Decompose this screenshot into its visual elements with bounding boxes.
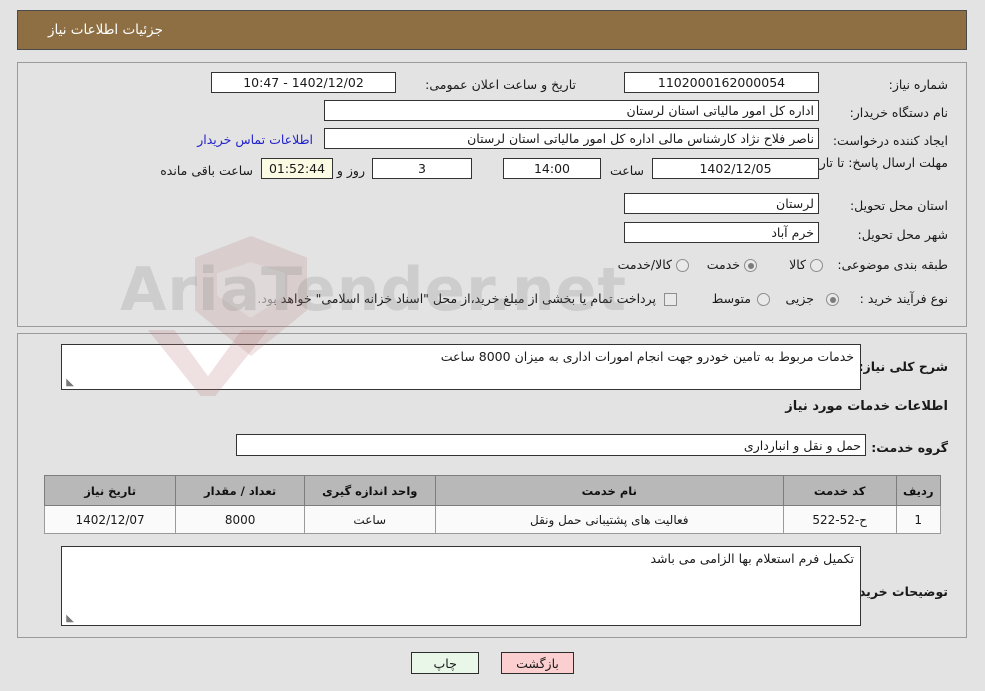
deadline-hour-label: ساعت xyxy=(609,163,644,178)
treasury-checkbox-label: پرداخت تمام یا بخشی از مبلغ خرید،از محل … xyxy=(257,291,656,306)
cell-quantity: 8000 xyxy=(175,505,305,534)
description-value: خدمات مربوط به تامین خودرو جهت انجام امو… xyxy=(440,349,854,364)
announce-datetime-label: تاریخ و ساعت اعلان عمومی: xyxy=(425,77,576,92)
delivery-province-label: استان محل تحویل: xyxy=(849,198,948,213)
description-label: شرح کلی نیاز: xyxy=(858,359,948,374)
cell-service-code: ح-52-522 xyxy=(782,505,897,534)
radio-category-kala-khedmat[interactable] xyxy=(676,259,689,272)
action-bar: بازگشت چاپ xyxy=(0,648,985,678)
buyer-notes-value: تکمیل فرم استعلام بها الزامی می باشد xyxy=(650,551,855,566)
service-group-label: گروه خدمت: xyxy=(871,440,948,455)
print-button[interactable]: چاپ xyxy=(411,652,480,674)
need-number-value: 1102000162000054 xyxy=(624,72,819,93)
col-row-no: ردیف xyxy=(895,475,941,506)
resize-grip-icon[interactable]: ◣ xyxy=(65,378,74,388)
radio-process-jozei[interactable] xyxy=(826,293,839,306)
category-label: طبقه بندی موضوعی: xyxy=(837,257,948,272)
process-type-label: نوع فرآیند خرید : xyxy=(859,291,948,306)
table-row[interactable]: 1 ح-52-522 فعالیت های پشتیبانی حمل ونقل … xyxy=(43,505,941,534)
remaining-days-label: روز و xyxy=(336,163,365,178)
back-button[interactable]: بازگشت xyxy=(501,652,574,674)
services-table: ردیف کد خدمت نام خدمت واحد اندازه گیری ت… xyxy=(43,475,941,534)
page-header: جزئیات اطلاعات نیاز xyxy=(17,10,967,50)
remaining-days-value: 3 xyxy=(372,158,472,179)
announce-datetime-value: 1402/12/02 - 10:47 xyxy=(211,72,396,93)
deadline-time-value: 14:00 xyxy=(503,158,601,179)
category-option-label-2: کالا/خدمت xyxy=(617,257,672,272)
creator-label: ایجاد کننده درخواست: xyxy=(832,133,948,148)
radio-category-kala[interactable] xyxy=(810,259,823,272)
checkbox-islamic-treasury[interactable] xyxy=(664,293,677,306)
col-service-name: نام خدمت xyxy=(434,475,784,506)
radio-process-motevaset[interactable] xyxy=(757,293,770,306)
col-quantity: تعداد / مقدار xyxy=(175,475,305,506)
table-header-row: ردیف کد خدمت نام خدمت واحد اندازه گیری ت… xyxy=(43,475,941,506)
process-option-label-0: جزیی xyxy=(785,291,814,306)
resize-grip-icon-notes[interactable]: ◣ xyxy=(65,614,74,624)
deadline-date-value: 1402/12/05 xyxy=(652,158,819,179)
service-group-value: حمل و نقل و انبارداری xyxy=(236,434,866,456)
cell-need-date: 1402/12/07 xyxy=(43,505,177,534)
remaining-time-label: ساعت باقی مانده xyxy=(160,163,253,178)
cell-service-name: فعالیت های پشتیبانی حمل ونقل xyxy=(434,505,784,534)
col-unit: واحد اندازه گیری xyxy=(303,475,436,506)
services-section-title: اطلاعات خدمات مورد نیاز xyxy=(785,399,948,414)
need-info-panel: شماره نیاز: 1102000162000054 تاریخ و ساع… xyxy=(17,62,967,327)
process-option-label-1: متوسط xyxy=(711,291,751,306)
description-textarea[interactable]: خدمات مربوط به تامین خودرو جهت انجام امو… xyxy=(61,344,861,390)
delivery-city-value: خرم آباد xyxy=(624,222,819,243)
buyer-contact-link[interactable]: اطلاعات تماس خریدار xyxy=(197,132,313,147)
delivery-province-value: لرستان xyxy=(624,193,819,214)
cell-row-no: 1 xyxy=(895,505,941,534)
category-option-label-0: کالا xyxy=(789,257,806,272)
col-service-code: کد خدمت xyxy=(782,475,897,506)
page-root: جزئیات اطلاعات نیاز AriaTender.net شماره… xyxy=(0,0,985,691)
buyer-org-label: نام دستگاه خریدار: xyxy=(849,105,948,120)
delivery-city-label: شهر محل تحویل: xyxy=(857,227,948,242)
deadline-label: مهلت ارسال پاسخ: تا تاریخ: xyxy=(803,155,948,170)
buyer-org-value: اداره کل امور مالیاتی استان لرستان xyxy=(324,100,819,121)
remaining-time-value: 01:52:44 xyxy=(261,158,333,179)
category-option-label-1: خدمت xyxy=(706,257,740,272)
cell-unit: ساعت xyxy=(303,505,436,534)
radio-category-khedmat[interactable] xyxy=(744,259,757,272)
need-number-label: شماره نیاز: xyxy=(888,77,948,92)
col-need-date: تاریخ نیاز xyxy=(43,475,177,506)
buyer-notes-textarea[interactable]: تکمیل فرم استعلام بها الزامی می باشد ◣ xyxy=(61,546,861,626)
creator-value: ناصر فلاح نژاد کارشناس مالی اداره کل امو… xyxy=(324,128,819,149)
page-title: جزئیات اطلاعات نیاز xyxy=(48,22,163,38)
